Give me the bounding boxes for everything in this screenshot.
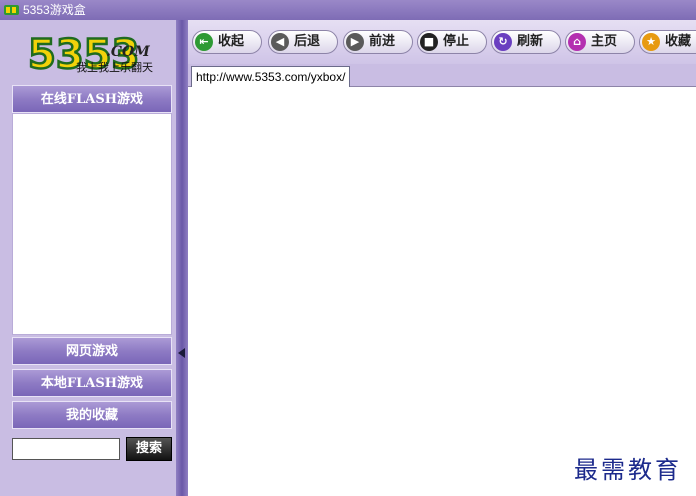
refresh-button[interactable]: ↻ 刷新: [491, 30, 561, 54]
favorites-button-label: 收藏: [665, 34, 692, 49]
home-icon: ⌂: [568, 33, 586, 51]
collapse-sidebar-arrow-icon[interactable]: [178, 348, 185, 358]
home-button[interactable]: ⌂ 主页: [565, 30, 635, 54]
local-flash-games-button[interactable]: 本地FLASH游戏: [12, 369, 172, 397]
browser-content-area[interactable]: [188, 87, 696, 496]
back-arrow-icon: ◀: [271, 33, 289, 51]
back-button[interactable]: ◀ 后退: [268, 30, 338, 54]
window-title: 5353游戏盒: [23, 3, 86, 17]
refresh-icon: ↻: [494, 33, 512, 51]
browser-tab-strip: http://www.5353.com/yxbox/: [188, 64, 696, 87]
stop-button[interactable]: ■ 停止: [417, 30, 487, 54]
app-logo-icon: [4, 5, 19, 15]
my-favorites-button[interactable]: 我的收藏: [12, 401, 172, 429]
forward-button[interactable]: ▶ 前进: [343, 30, 413, 54]
search-button[interactable]: 搜索: [126, 437, 172, 461]
web-games-button[interactable]: 网页游戏: [12, 337, 172, 365]
watermark-text: 最需教育: [574, 456, 682, 484]
favorites-button[interactable]: ★ 收藏: [639, 30, 696, 54]
svg-text:.COM: .COM: [106, 44, 150, 60]
online-flash-game-list[interactable]: [12, 113, 172, 335]
sidebar-splitter[interactable]: [176, 20, 188, 496]
star-icon: ★: [642, 33, 660, 51]
forward-arrow-icon: ▶: [346, 33, 364, 51]
svg-text:我上我上乐翻天: 我上我上乐翻天: [76, 71, 153, 85]
online-flash-panel-header[interactable]: 在线FLASH游戏: [12, 85, 172, 113]
stop-icon: ■: [420, 33, 438, 51]
search-input[interactable]: [12, 438, 120, 460]
forward-button-label: 前进: [369, 34, 396, 49]
collapse-button-label: 收起: [218, 34, 245, 49]
sidebar: 5353 .COM 我上我上乐翻天 我上我上乐翻天 在线FLASH游戏 网页游戏…: [0, 20, 176, 496]
collapse-icon: ⇤: [195, 33, 213, 51]
home-button-label: 主页: [591, 34, 618, 49]
collapse-button[interactable]: ⇤ 收起: [192, 30, 262, 54]
refresh-button-label: 刷新: [517, 34, 544, 49]
title-bar: 5353游戏盒: [0, 0, 696, 20]
browser-tab[interactable]: http://www.5353.com/yxbox/: [191, 66, 351, 87]
toolbar: ⇤ 收起 ◀ 后退 ▶ 前进 ■ 停止 ↻ 刷新 ⌂ 主页 ★ 收藏: [188, 20, 696, 64]
stop-button-label: 停止: [443, 34, 470, 49]
back-button-label: 后退: [294, 34, 321, 49]
brand-logo: 5353 .COM 我上我上乐翻天 我上我上乐翻天: [27, 31, 153, 85]
